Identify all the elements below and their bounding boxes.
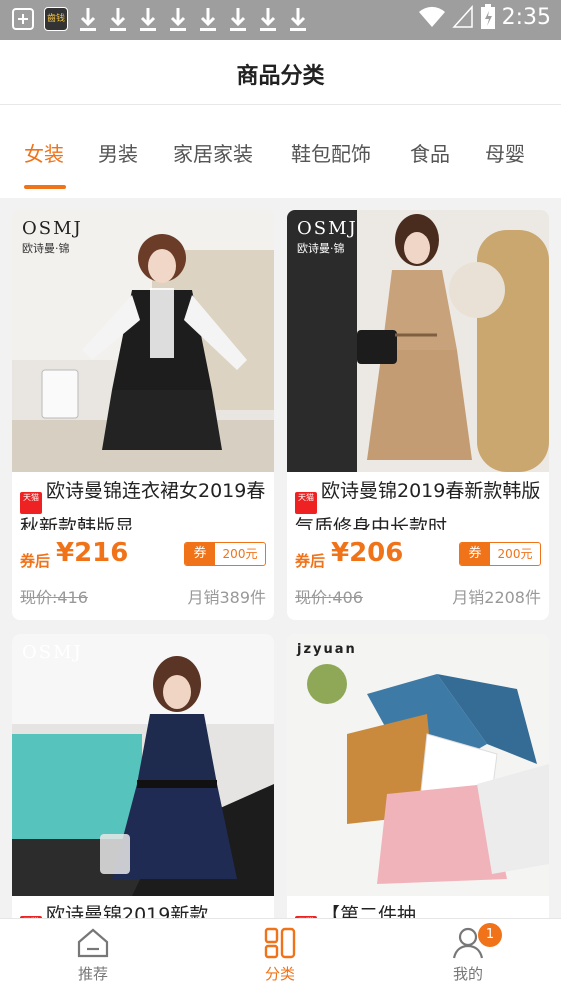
battery-icon bbox=[480, 4, 495, 29]
brand-logo: OSMJ bbox=[22, 642, 83, 663]
active-tab-indicator bbox=[24, 185, 66, 189]
monthly-sales: 月销2208件 bbox=[452, 588, 541, 607]
header: 商品分类 bbox=[0, 40, 561, 105]
download-icon bbox=[288, 6, 308, 32]
nav-recommend[interactable]: 推荐 bbox=[43, 927, 143, 984]
original-price: 现价:406 bbox=[295, 588, 363, 607]
coupon-value: 200元 bbox=[497, 547, 533, 561]
tab-food[interactable]: 食品 bbox=[410, 138, 450, 167]
notification-badge: 1 bbox=[478, 923, 502, 947]
notification-add-icon bbox=[12, 8, 34, 30]
download-icon bbox=[258, 6, 278, 32]
price-label: 券后 bbox=[20, 552, 51, 570]
product-image[interactable]: OSMJ bbox=[12, 634, 274, 896]
product-title-text: 欧诗曼锦连衣裙女2019春秋新款韩版显... bbox=[20, 480, 266, 530]
brand-logo: jzyuan bbox=[297, 642, 357, 657]
download-icon bbox=[78, 6, 98, 32]
wifi-icon bbox=[418, 6, 445, 28]
product-card[interactable]: jzyuan 天猫【第二件抽 bbox=[287, 634, 549, 918]
nav-mine[interactable]: 1 我的 bbox=[418, 923, 518, 984]
brand-logo: OSMJ bbox=[22, 218, 83, 239]
category-tabs: 女装 男装 家居家装 鞋包配饰 食品 母婴 bbox=[0, 105, 561, 198]
price-row: 券后 ¥216 券 200元 bbox=[20, 538, 266, 572]
product-title[interactable]: 天猫欧诗曼锦2019新款 bbox=[20, 902, 268, 918]
monthly-sales: 月销389件 bbox=[187, 588, 266, 607]
download-icon bbox=[168, 6, 188, 32]
brand-sub-logo: 欧诗曼·锦 bbox=[297, 242, 345, 255]
price-row: 券后 ¥206 券 200元 bbox=[295, 538, 541, 572]
coupon-label: 券 bbox=[185, 543, 215, 565]
bottom-nav: 推荐 分类 1 我的 bbox=[0, 918, 561, 999]
home-icon bbox=[77, 928, 109, 958]
signal-icon bbox=[451, 5, 473, 28]
nav-label: 推荐 bbox=[77, 965, 108, 983]
download-icon bbox=[228, 6, 248, 32]
price-value: ¥206 bbox=[331, 538, 404, 568]
product-title[interactable]: 天猫【第二件抽 bbox=[295, 902, 543, 918]
tmall-badge-icon: 天猫 bbox=[295, 492, 317, 514]
price-label: 券后 bbox=[295, 552, 326, 570]
product-title-text: 欧诗曼锦2019春新款韩版气质修身中长款时... bbox=[295, 480, 541, 530]
product-card[interactable]: OSMJ 欧诗曼·锦 天猫 欧诗曼锦2019春新款韩版气质修身中长款时... 券后… bbox=[287, 210, 549, 620]
download-icon bbox=[108, 6, 128, 32]
coupon-value: 200元 bbox=[222, 547, 258, 561]
tmall-badge-icon: 天猫 bbox=[20, 492, 42, 514]
tab-shoes-bags[interactable]: 鞋包配饰 bbox=[291, 138, 371, 167]
coupon-badge[interactable]: 券 200元 bbox=[459, 542, 541, 566]
status-bar: 齒钱 2:35 bbox=[0, 0, 561, 40]
page-title: 商品分类 bbox=[236, 64, 325, 89]
coupon-badge[interactable]: 券 200元 bbox=[184, 542, 266, 566]
brand-sub-logo: 欧诗曼·锦 bbox=[22, 242, 70, 255]
product-card[interactable]: OSMJ 欧诗曼·锦 天猫 欧诗曼锦连衣裙女2019春秋新款韩版显... 券后 ¥… bbox=[12, 210, 274, 620]
product-title[interactable]: 天猫 欧诗曼锦2019春新款韩版气质修身中长款时... bbox=[295, 478, 543, 530]
product-grid: OSMJ 欧诗曼·锦 天猫 欧诗曼锦连衣裙女2019春秋新款韩版显... 券后 ¥… bbox=[0, 198, 561, 918]
download-icon bbox=[138, 6, 158, 32]
product-title-text: 欧诗曼锦2019新款 bbox=[46, 904, 209, 918]
product-image[interactable]: OSMJ 欧诗曼·锦 bbox=[12, 210, 274, 472]
product-image[interactable]: OSMJ 欧诗曼·锦 bbox=[287, 210, 549, 472]
tab-baby[interactable]: 母婴 bbox=[485, 138, 525, 167]
coupon-label: 券 bbox=[460, 543, 490, 565]
nav-category[interactable]: 分类 bbox=[230, 927, 330, 984]
app-notification-icon: 齒钱 bbox=[44, 7, 68, 31]
original-price: 现价:416 bbox=[20, 588, 88, 607]
tab-home[interactable]: 家居家装 bbox=[173, 138, 253, 167]
price-value: ¥216 bbox=[56, 538, 129, 568]
clock: 2:35 bbox=[501, 4, 551, 30]
download-icon bbox=[198, 6, 218, 32]
product-title[interactable]: 天猫 欧诗曼锦连衣裙女2019春秋新款韩版显... bbox=[20, 478, 268, 530]
brand-logo: OSMJ bbox=[297, 218, 358, 239]
tab-women[interactable]: 女装 bbox=[24, 138, 64, 167]
tab-men[interactable]: 男装 bbox=[98, 138, 138, 167]
product-title-text: 【第二件抽 bbox=[321, 904, 417, 918]
product-card[interactable]: OSMJ 天猫欧诗曼锦2019新款 bbox=[12, 634, 274, 918]
product-image[interactable]: jzyuan bbox=[287, 634, 549, 896]
nav-label: 我的 bbox=[452, 965, 483, 983]
category-icon bbox=[264, 927, 296, 959]
nav-label: 分类 bbox=[264, 965, 295, 983]
